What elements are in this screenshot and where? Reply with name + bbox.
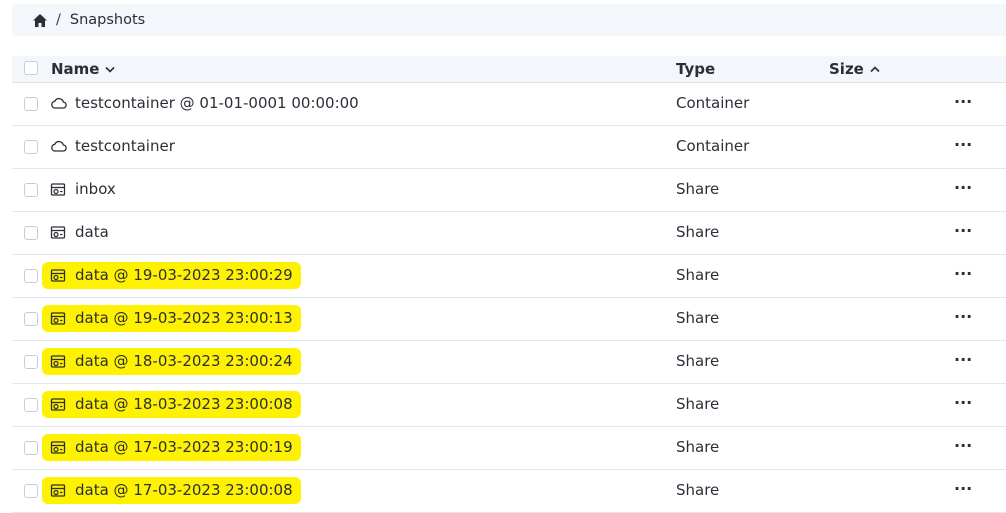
more-options-icon[interactable]: ··· bbox=[954, 479, 972, 498]
row-checkbox[interactable] bbox=[24, 312, 38, 326]
table-row[interactable]: data @ 19-03-2023 23:00:13 Share ··· bbox=[12, 298, 1006, 341]
table-body: testcontainer @ 01-01-0001 00:00:00 Cont… bbox=[12, 83, 1006, 513]
table-row[interactable]: data @ 18-03-2023 23:00:08 Share ··· bbox=[12, 384, 1006, 427]
row-type: Share bbox=[676, 309, 720, 327]
row-name-text: data @ 18-03-2023 23:00:24 bbox=[75, 352, 293, 370]
row-name-text: data @ 19-03-2023 23:00:13 bbox=[75, 309, 293, 327]
row-type: Share bbox=[676, 352, 720, 370]
snapshots-table: Name Type Size testcontainer @ 01-01-000… bbox=[12, 56, 1006, 513]
row-name[interactable]: data @ 19-03-2023 23:00:13 bbox=[50, 309, 293, 327]
row-type: Container bbox=[676, 137, 750, 155]
row-type: Share bbox=[676, 481, 720, 499]
breadcrumb: / Snapshots bbox=[12, 4, 1006, 36]
size-column-header[interactable]: Size bbox=[829, 60, 880, 78]
breadcrumb-current: Snapshots bbox=[69, 12, 146, 28]
cloud-icon bbox=[50, 95, 68, 111]
more-options-icon[interactable]: ··· bbox=[954, 307, 972, 326]
chevron-down-icon bbox=[105, 66, 116, 73]
row-name-text: data @ 18-03-2023 23:00:08 bbox=[75, 395, 293, 413]
row-name[interactable]: testcontainer bbox=[50, 137, 175, 155]
type-header-label: Type bbox=[676, 60, 716, 78]
row-name[interactable]: data @ 18-03-2023 23:00:24 bbox=[50, 352, 293, 370]
row-type: Share bbox=[676, 223, 720, 241]
row-name[interactable]: data bbox=[50, 223, 109, 241]
table-row[interactable]: data @ 18-03-2023 23:00:24 Share ··· bbox=[12, 341, 1006, 384]
more-options-icon[interactable]: ··· bbox=[954, 264, 972, 283]
row-name-text: data @ 17-03-2023 23:00:08 bbox=[75, 481, 293, 499]
row-name-text: testcontainer bbox=[75, 137, 175, 155]
chevron-up-icon bbox=[870, 65, 880, 73]
share-drive-icon bbox=[50, 224, 68, 240]
row-checkbox[interactable] bbox=[24, 441, 38, 455]
row-name[interactable]: data @ 17-03-2023 23:00:08 bbox=[50, 481, 293, 499]
row-type: Share bbox=[676, 395, 720, 413]
table-row[interactable]: data @ 17-03-2023 23:00:08 Share ··· bbox=[12, 470, 1006, 513]
share-drive-icon bbox=[50, 181, 68, 197]
row-checkbox[interactable] bbox=[24, 226, 38, 240]
row-checkbox[interactable] bbox=[24, 97, 38, 111]
name-header-label: Name bbox=[51, 60, 100, 78]
row-name[interactable]: data @ 18-03-2023 23:00:08 bbox=[50, 395, 293, 413]
row-checkbox[interactable] bbox=[24, 140, 38, 154]
row-type: Share bbox=[676, 438, 720, 456]
breadcrumb-separator: / bbox=[56, 12, 61, 28]
more-options-icon[interactable]: ··· bbox=[954, 393, 972, 412]
row-checkbox[interactable] bbox=[24, 269, 38, 283]
row-name-text: testcontainer @ 01-01-0001 00:00:00 bbox=[75, 94, 359, 112]
row-checkbox[interactable] bbox=[24, 398, 38, 412]
table-row[interactable]: data @ 17-03-2023 23:00:19 Share ··· bbox=[12, 427, 1006, 470]
row-checkbox[interactable] bbox=[24, 355, 38, 369]
share-drive-icon bbox=[50, 267, 68, 283]
row-type: Share bbox=[676, 266, 720, 284]
row-checkbox[interactable] bbox=[24, 484, 38, 498]
more-options-icon[interactable]: ··· bbox=[954, 178, 972, 197]
more-options-icon[interactable]: ··· bbox=[954, 350, 972, 369]
size-header-label: Size bbox=[829, 60, 864, 78]
share-drive-icon bbox=[50, 439, 68, 455]
row-checkbox[interactable] bbox=[24, 183, 38, 197]
table-row[interactable]: testcontainer Container ··· bbox=[12, 126, 1006, 169]
row-name[interactable]: data @ 19-03-2023 23:00:29 bbox=[50, 266, 293, 284]
row-name-text: inbox bbox=[75, 180, 116, 198]
share-drive-icon bbox=[50, 482, 68, 498]
row-name[interactable]: data @ 17-03-2023 23:00:19 bbox=[50, 438, 293, 456]
row-name[interactable]: inbox bbox=[50, 180, 116, 198]
table-row[interactable]: data @ 19-03-2023 23:00:29 Share ··· bbox=[12, 255, 1006, 298]
row-name-text: data bbox=[75, 223, 109, 241]
share-drive-icon bbox=[50, 310, 68, 326]
row-type: Container bbox=[676, 94, 750, 112]
home-icon[interactable] bbox=[32, 12, 48, 28]
table-row[interactable]: inbox Share ··· bbox=[12, 169, 1006, 212]
more-options-icon[interactable]: ··· bbox=[954, 135, 972, 154]
row-name-text: data @ 17-03-2023 23:00:19 bbox=[75, 438, 293, 456]
share-drive-icon bbox=[50, 353, 68, 369]
row-type: Share bbox=[676, 180, 720, 198]
name-column-header[interactable]: Name bbox=[51, 60, 116, 78]
table-row[interactable]: data Share ··· bbox=[12, 212, 1006, 255]
row-name-text: data @ 19-03-2023 23:00:29 bbox=[75, 266, 293, 284]
select-all-checkbox[interactable] bbox=[24, 61, 38, 75]
more-options-icon[interactable]: ··· bbox=[954, 92, 972, 111]
type-column-header[interactable]: Type bbox=[676, 60, 715, 78]
table-row[interactable]: testcontainer @ 01-01-0001 00:00:00 Cont… bbox=[12, 83, 1006, 126]
share-drive-icon bbox=[50, 396, 68, 412]
table-header: Name Type Size bbox=[12, 56, 1006, 83]
more-options-icon[interactable]: ··· bbox=[954, 436, 972, 455]
row-name[interactable]: testcontainer @ 01-01-0001 00:00:00 bbox=[50, 94, 359, 112]
cloud-icon bbox=[50, 138, 68, 154]
more-options-icon[interactable]: ··· bbox=[954, 221, 972, 240]
